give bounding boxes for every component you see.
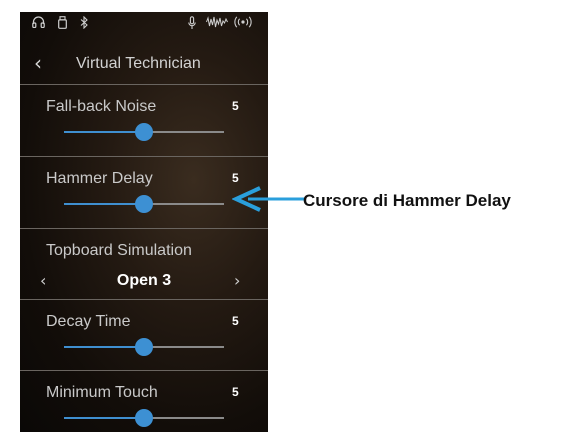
wireless-icon	[233, 16, 253, 31]
slider-fill	[64, 203, 144, 205]
back-button[interactable]: ‹	[34, 50, 42, 76]
bluetooth-icon	[80, 15, 88, 32]
previous-option-button[interactable]: ‹	[40, 271, 46, 291]
piano-app-screen: ‹ Virtual Technician Fall-back Noise 5 H…	[20, 12, 268, 432]
fall-back-noise-slider[interactable]	[64, 123, 224, 141]
page-title: Virtual Technician	[76, 55, 201, 72]
hammer-delay-slider[interactable]	[64, 195, 224, 213]
setting-value: 5	[232, 385, 239, 399]
setting-row-decay-time: Decay Time 5	[20, 300, 268, 371]
status-bar	[20, 12, 268, 40]
setting-row-minimum-touch: Minimum Touch 5	[20, 371, 268, 432]
setting-label: Decay Time	[46, 313, 131, 330]
setting-row-fall-back-noise: Fall-back Noise 5	[20, 85, 268, 156]
callout-label: Cursore di Hammer Delay	[303, 191, 511, 210]
setting-value: 5	[232, 171, 239, 185]
headphones-icon	[32, 16, 45, 31]
setting-row-hammer-delay: Hammer Delay 5	[20, 157, 268, 228]
slider-knob[interactable]	[135, 338, 153, 356]
next-option-button[interactable]: ›	[234, 271, 240, 291]
waveform-icon	[206, 16, 228, 31]
slider-knob[interactable]	[135, 409, 153, 427]
decay-time-slider[interactable]	[64, 338, 224, 356]
setting-label: Fall-back Noise	[46, 98, 157, 115]
slider-knob[interactable]	[135, 123, 153, 141]
topboard-simulation-row: Topboard Simulation Open 3 ‹ ›	[20, 229, 268, 300]
setting-label: Hammer Delay	[46, 170, 153, 187]
slider-fill	[64, 131, 144, 133]
topboard-value: Open 3	[116, 272, 172, 289]
slider-fill	[64, 346, 144, 348]
setting-value: 5	[232, 99, 239, 113]
callout-arrow-icon	[232, 186, 304, 212]
setting-label: Topboard Simulation	[46, 242, 192, 259]
usb-icon	[58, 16, 67, 32]
setting-label: Minimum Touch	[46, 384, 158, 401]
header: ‹ Virtual Technician	[20, 50, 268, 80]
setting-value: 5	[232, 314, 239, 328]
microphone-icon	[188, 16, 196, 33]
slider-knob[interactable]	[135, 195, 153, 213]
minimum-touch-slider[interactable]	[64, 409, 224, 427]
slider-fill	[64, 417, 144, 419]
